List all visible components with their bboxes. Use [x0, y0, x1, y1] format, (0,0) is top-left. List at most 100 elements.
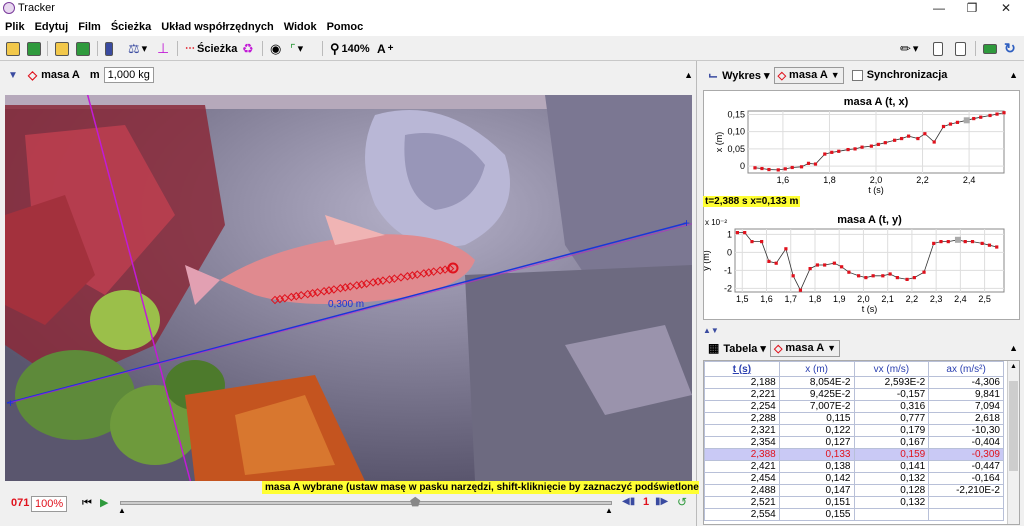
table-cell[interactable]: 2,388: [704, 448, 780, 461]
data-point[interactable]: [963, 240, 967, 244]
slider-handle[interactable]: ⬟: [410, 495, 420, 509]
table-cell[interactable]: 0,133: [778, 448, 855, 461]
table-cell[interactable]: -0,157: [853, 388, 930, 401]
end-marker-icon[interactable]: ▲: [605, 506, 613, 515]
data-point[interactable]: [995, 112, 999, 116]
table-cell[interactable]: 0,128: [853, 484, 930, 497]
table-cell[interactable]: 0,142: [778, 472, 855, 485]
timeline-slider[interactable]: [120, 501, 612, 505]
splitter-arrows-icon[interactable]: ▲▼: [703, 326, 719, 335]
data-point[interactable]: [823, 263, 827, 267]
data-point[interactable]: [832, 261, 836, 265]
step-back-icon[interactable]: ◀▮: [622, 496, 635, 507]
table-row[interactable]: 2,454 0,142 0,132 -0,164: [704, 472, 1004, 485]
plot-track-dropdown[interactable]: ◇ masa A ▼: [773, 66, 844, 84]
table-cell[interactable]: [928, 496, 1004, 509]
table-cell[interactable]: -0,404: [928, 436, 1004, 449]
data-point[interactable]: [813, 162, 818, 166]
table-cell[interactable]: 2,521: [704, 496, 780, 509]
table-cell[interactable]: 0,147: [778, 484, 855, 497]
menu-coords[interactable]: Układ współrzędnych: [161, 21, 273, 33]
data-point[interactable]: [876, 142, 880, 147]
import-icon[interactable]: [55, 40, 69, 57]
table-cell[interactable]: 2,618: [928, 412, 1004, 425]
data-point[interactable]: [847, 270, 851, 274]
table-cell[interactable]: 0,122: [778, 424, 855, 437]
data-point[interactable]: [916, 136, 920, 141]
data-point[interactable]: [815, 263, 819, 267]
data-point[interactable]: [853, 147, 857, 151]
menu-help[interactable]: Pomoc: [327, 21, 364, 33]
col-header-vx[interactable]: vx (m/s): [853, 361, 930, 377]
data-point[interactable]: [856, 274, 861, 278]
table-cell[interactable]: 0,159: [853, 448, 930, 461]
data-point[interactable]: [922, 270, 926, 274]
table-row[interactable]: 2,254 7,007E-2 0,316 7,094: [704, 400, 1004, 413]
calibration-tools-icon[interactable]: ⚖ ▾: [128, 40, 147, 57]
table-row[interactable]: 2,288 0,115 0,777 2,618: [704, 412, 1004, 425]
table-cell[interactable]: 0,132: [853, 472, 930, 485]
plot-collapse-icon[interactable]: ▲: [1009, 70, 1018, 80]
visibility-eye-icon[interactable]: ◉: [270, 40, 281, 57]
data-point[interactable]: [767, 259, 771, 263]
data-point[interactable]: [972, 116, 976, 121]
selected-point[interactable]: [954, 236, 961, 243]
table-cell[interactable]: -2,210E-2: [928, 484, 1004, 497]
video-frame[interactable]: + + 0,300 m: [5, 95, 692, 481]
data-point[interactable]: [939, 240, 943, 244]
data-point[interactable]: [946, 240, 950, 244]
table-row[interactable]: 2,354 0,127 0,167 -0,404: [704, 436, 1004, 449]
data-point[interactable]: [893, 138, 897, 142]
table-cell[interactable]: 0,179: [853, 424, 930, 437]
table-row[interactable]: 2,521 0,151 0,132: [704, 496, 1004, 509]
table-cell[interactable]: 2,488: [704, 484, 780, 497]
table-row[interactable]: 2,321 0,122 0,179 -10,30: [704, 424, 1004, 437]
step-forward-icon[interactable]: ▮▶: [655, 496, 668, 507]
data-point[interactable]: [760, 166, 764, 171]
trail-icon[interactable]: ⌜ ▾: [290, 40, 303, 57]
table-cell[interactable]: 9,841: [928, 388, 1004, 401]
data-point[interactable]: [900, 136, 904, 141]
data-point[interactable]: [840, 265, 844, 269]
table-cell[interactable]: 0,138: [778, 460, 855, 473]
menu-track[interactable]: Ścieżka: [111, 21, 151, 33]
scroll-thumb[interactable]: [1009, 381, 1018, 471]
start-marker-icon[interactable]: ▲: [118, 506, 126, 515]
data-point[interactable]: [941, 124, 946, 129]
export-icon[interactable]: [76, 40, 90, 57]
frame-number[interactable]: 071: [8, 496, 32, 510]
data-point[interactable]: [970, 240, 975, 244]
data-point[interactable]: [798, 288, 803, 292]
data-point[interactable]: [767, 167, 771, 172]
table-cell[interactable]: 2,454: [704, 472, 780, 485]
table-cell[interactable]: 2,354: [704, 436, 780, 449]
table-row[interactable]: 2,221 9,425E-2 -0,157 9,841: [704, 388, 1004, 401]
col-header-t[interactable]: t (s): [704, 361, 780, 377]
col-header-x[interactable]: x (m): [778, 361, 855, 377]
data-point[interactable]: [905, 277, 909, 281]
data-point[interactable]: [784, 247, 788, 251]
pencil-icon[interactable]: ✏ ▾: [900, 40, 918, 57]
menu-video[interactable]: Film: [78, 21, 101, 33]
data-point[interactable]: [1002, 111, 1006, 115]
selected-point[interactable]: [963, 117, 970, 124]
zoom-button[interactable]: ⚲ 140%: [330, 40, 370, 57]
sync-checkbox[interactable]: [851, 69, 863, 81]
data-point[interactable]: [783, 167, 787, 171]
table-cell[interactable]: -10,30: [928, 424, 1004, 437]
table-cell[interactable]: 2,188: [704, 376, 780, 389]
data-point[interactable]: [799, 165, 804, 169]
collapse-icon[interactable]: ▲: [684, 70, 693, 80]
table-track-dropdown[interactable]: ◇ masa A ▼: [769, 339, 841, 357]
table-row[interactable]: 2,554 0,155: [704, 508, 1004, 521]
mass-input[interactable]: 1,000 kg: [103, 67, 154, 83]
data-point[interactable]: [823, 152, 827, 156]
col-header-ax[interactable]: ax (m/s²): [928, 361, 1004, 377]
table-cell[interactable]: 0,155: [778, 508, 855, 521]
play-icon[interactable]: ▶: [100, 496, 108, 509]
data-point[interactable]: [808, 267, 812, 271]
rewind-icon[interactable]: ⏮: [82, 497, 92, 510]
data-point[interactable]: [837, 149, 841, 153]
maximize-icon[interactable]: ❐: [955, 0, 989, 17]
font-size-icon[interactable]: A +: [377, 40, 394, 57]
